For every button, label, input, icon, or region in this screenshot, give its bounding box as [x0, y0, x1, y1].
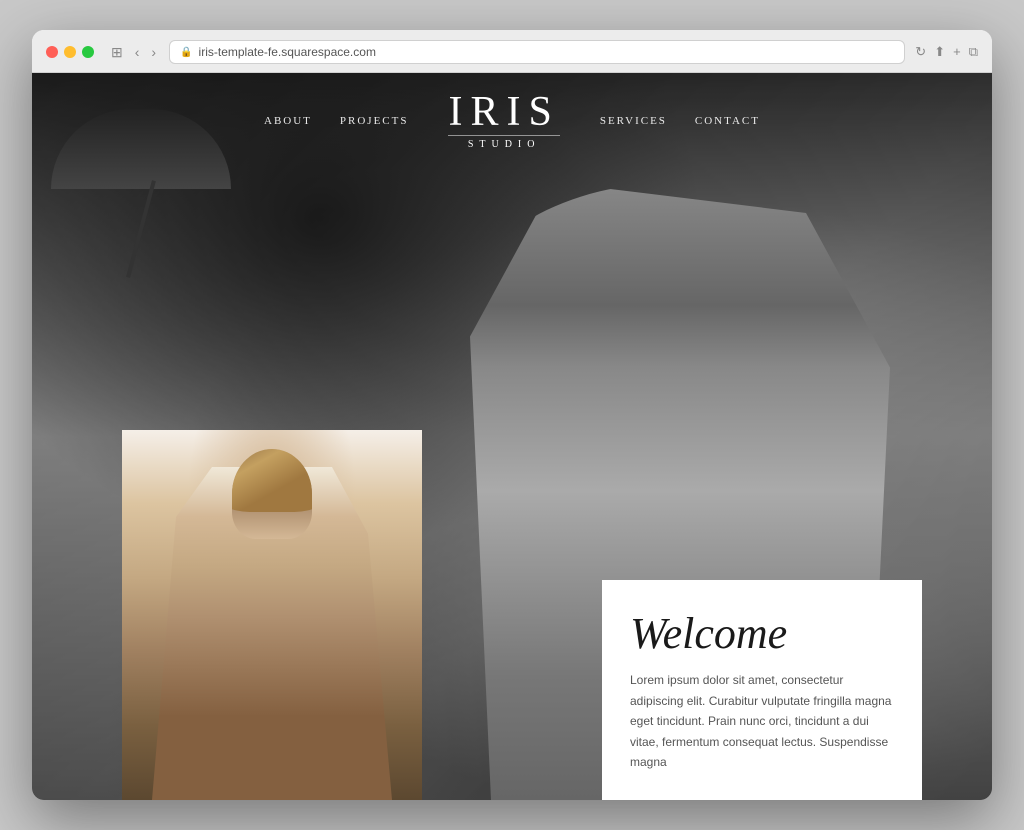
nav-contact[interactable]: Contact	[695, 115, 760, 127]
nav-right: Services Contact	[600, 115, 760, 127]
logo-subtitle: STUDIO	[448, 135, 559, 150]
maximize-button[interactable]	[82, 46, 94, 58]
content-overlay: Welcome Lorem ipsum dolor sit amet, cons…	[32, 364, 992, 800]
browser-chrome: ⊞ ‹ › 🔒 iris-template-fe.squarespace.com…	[32, 30, 992, 73]
sidebar-toggle-button[interactable]: ⊞	[108, 45, 126, 59]
back-button[interactable]: ‹	[132, 45, 143, 59]
browser-controls: ⊞ ‹ ›	[108, 45, 159, 59]
close-button[interactable]	[46, 46, 58, 58]
reload-icon[interactable]: ↻	[915, 44, 926, 60]
welcome-panel: Welcome Lorem ipsum dolor sit amet, cons…	[602, 580, 922, 800]
nav-projects[interactable]: Projects	[340, 115, 409, 127]
nav-left: About Projects	[264, 115, 408, 127]
forward-button[interactable]: ›	[148, 45, 159, 59]
url-text: iris-template-fe.squarespace.com	[199, 45, 376, 59]
address-bar[interactable]: 🔒 iris-template-fe.squarespace.com	[169, 40, 905, 64]
minimize-button[interactable]	[64, 46, 76, 58]
logo: IRIS STUDIO	[448, 91, 559, 150]
new-tab-icon[interactable]: +	[953, 44, 961, 60]
navigation: About Projects IRIS STUDIO Services Cont…	[32, 73, 992, 168]
logo-title[interactable]: IRIS	[448, 91, 559, 133]
hero-section: About Projects IRIS STUDIO Services Cont…	[32, 73, 992, 800]
photo-hair	[232, 449, 312, 512]
welcome-title: Welcome	[630, 610, 894, 658]
browser-actions: ↻ ⬆ + ⧉	[915, 44, 978, 60]
lock-icon: 🔒	[180, 47, 192, 58]
nav-about[interactable]: About	[264, 115, 312, 127]
photo-card	[122, 430, 422, 800]
browser-window: ⊞ ‹ › 🔒 iris-template-fe.squarespace.com…	[32, 30, 992, 800]
photo-head	[232, 449, 312, 539]
tabs-icon[interactable]: ⧉	[969, 44, 978, 60]
share-icon[interactable]: ⬆	[934, 44, 945, 60]
traffic-lights	[46, 46, 94, 58]
website-content: About Projects IRIS STUDIO Services Cont…	[32, 73, 992, 800]
nav-services[interactable]: Services	[600, 115, 667, 127]
welcome-body: Lorem ipsum dolor sit amet, consectetur …	[630, 670, 894, 772]
